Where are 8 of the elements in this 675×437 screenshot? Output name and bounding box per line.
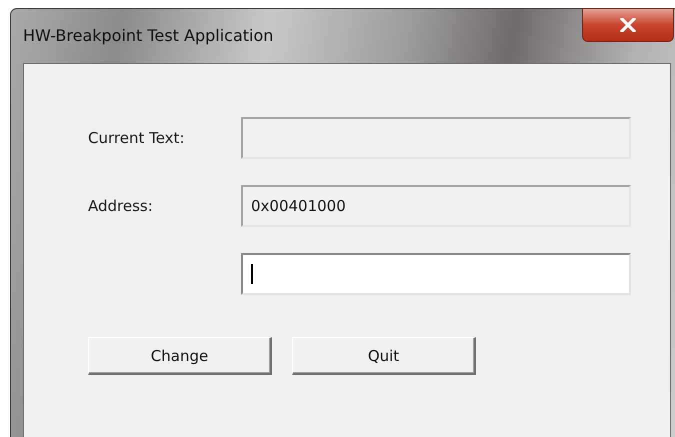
close-icon	[620, 18, 636, 32]
dialog-button[interactable]: Change	[88, 337, 272, 375]
field-label: Address:	[88, 197, 154, 215]
input-field[interactable]	[241, 253, 631, 295]
close-button[interactable]	[582, 8, 674, 42]
window-title: HW-Breakpoint Test Application	[23, 26, 274, 45]
dialog-button[interactable]: Quit	[292, 337, 476, 375]
field-label: Current Text:	[88, 129, 186, 147]
